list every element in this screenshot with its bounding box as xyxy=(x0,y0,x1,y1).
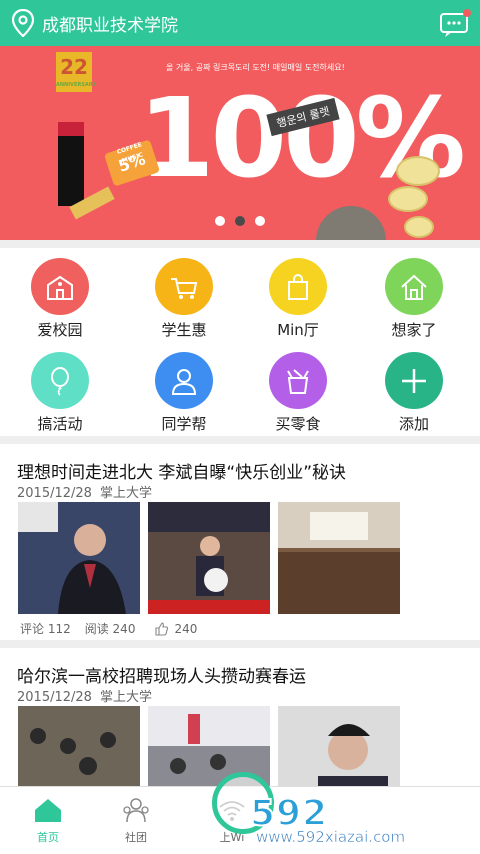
grid-item-label: 搞活动 xyxy=(37,415,83,433)
news-meta: 2015/12/28 掌上大学 xyxy=(17,482,160,501)
grid-item-label: 想家了 xyxy=(391,321,437,339)
banner-subtitle: 올 거울, 공짜 링크목도리 도전! 매일매일 도전하세요! xyxy=(166,63,345,72)
carousel-dots xyxy=(0,216,480,226)
grid-item-add[interactable]: 添加 xyxy=(354,342,474,434)
grid-item-campus[interactable]: 爱校园 xyxy=(0,248,120,340)
grid-item-label: 爱校园 xyxy=(37,321,83,339)
grid-item-label: Min厅 xyxy=(277,321,319,339)
news-thumbnail[interactable] xyxy=(18,502,140,614)
read-count: 阅读 240 xyxy=(84,622,136,636)
news-source: 掌上大学 xyxy=(99,690,152,705)
anniversary-badge: 22 ANNIVERSARY xyxy=(56,52,96,92)
plus-icon xyxy=(385,352,443,409)
feature-grid: 爱校园 学生惠 Min厅 想家了 搞活动 同学帮 买零食 添加 xyxy=(0,248,480,436)
group-tab-icon xyxy=(123,798,149,823)
top-bar: 成都职业技术学院 xyxy=(0,0,480,46)
snack-box-icon xyxy=(269,352,327,409)
carousel-dot[interactable] xyxy=(255,216,265,226)
tab-home[interactable]: 首页 xyxy=(0,787,96,854)
grid-item-min-hall[interactable]: Min厅 xyxy=(238,248,358,340)
watermark-url: www.592xiazai.com xyxy=(256,828,406,847)
news-thumbnail[interactable] xyxy=(278,502,400,614)
news-title[interactable]: 哈尔滨一高校招聘现场人头攒动赛春运 xyxy=(17,662,306,687)
like-button[interactable]: 240 xyxy=(155,620,197,637)
carousel-dot-active[interactable] xyxy=(235,216,245,226)
grid-item-label: 同学帮 xyxy=(161,415,207,433)
news-title[interactable]: 理想时间走进北大 李斌自曝“快乐创业”秘诀 xyxy=(17,458,346,483)
like-count: 240 xyxy=(174,621,198,636)
location-pin-icon[interactable] xyxy=(6,0,40,46)
user-icon xyxy=(155,352,213,409)
shopping-bag-icon xyxy=(269,258,327,315)
news-source: 掌上大学 xyxy=(99,486,152,501)
news-thumbnail[interactable] xyxy=(18,706,140,786)
cart-icon xyxy=(155,258,213,315)
grid-item-label: 买零食 xyxy=(275,415,321,433)
carousel-dot[interactable] xyxy=(215,216,225,226)
news-date: 2015/12/28 xyxy=(17,690,92,705)
school-icon xyxy=(31,258,89,315)
thumbs-up-icon xyxy=(155,621,169,636)
lipstick-image xyxy=(58,122,84,206)
news-card[interactable]: 理想时间走进北大 李斌自曝“快乐创业”秘诀 2015/12/28 掌上大学 评论 … xyxy=(0,444,480,640)
message-icon[interactable] xyxy=(438,7,472,39)
grid-item-label: 学生惠 xyxy=(161,321,207,339)
grid-item-homesick[interactable]: 想家了 xyxy=(354,248,474,340)
tab-label: 社团 xyxy=(125,831,147,844)
page-title: 成都职业技术学院 xyxy=(42,15,178,36)
comment-count[interactable]: 评论 112 xyxy=(20,620,71,637)
news-meta: 2015/12/28 掌上大学 xyxy=(17,686,160,705)
site-watermark: 592软件园 www.592xiazai.com xyxy=(212,764,480,854)
tab-label: 首页 xyxy=(37,831,59,844)
coin-image xyxy=(388,186,428,212)
news-thumbnail[interactable] xyxy=(148,502,270,614)
grid-item-label: 添加 xyxy=(398,415,429,433)
grid-item-snacks[interactable]: 买零食 xyxy=(238,342,358,434)
news-stats: 评论 112 阅读 240 240 xyxy=(20,620,197,637)
grid-item-classmates[interactable]: 同学帮 xyxy=(124,342,244,434)
coin-image xyxy=(396,156,440,186)
tab-clubs[interactable]: 社团 xyxy=(88,787,184,854)
grid-item-student-deals[interactable]: 学生惠 xyxy=(124,248,244,340)
news-date: 2015/12/28 xyxy=(17,486,92,501)
balloon-icon xyxy=(31,352,89,409)
home-icon xyxy=(385,258,443,315)
home-tab-icon xyxy=(35,799,61,822)
grid-item-activities[interactable]: 搞活动 xyxy=(0,342,120,434)
promo-banner[interactable]: 22 ANNIVERSARY 올 거울, 공짜 링크목도리 도전! 매일매일 도전… xyxy=(0,46,480,240)
